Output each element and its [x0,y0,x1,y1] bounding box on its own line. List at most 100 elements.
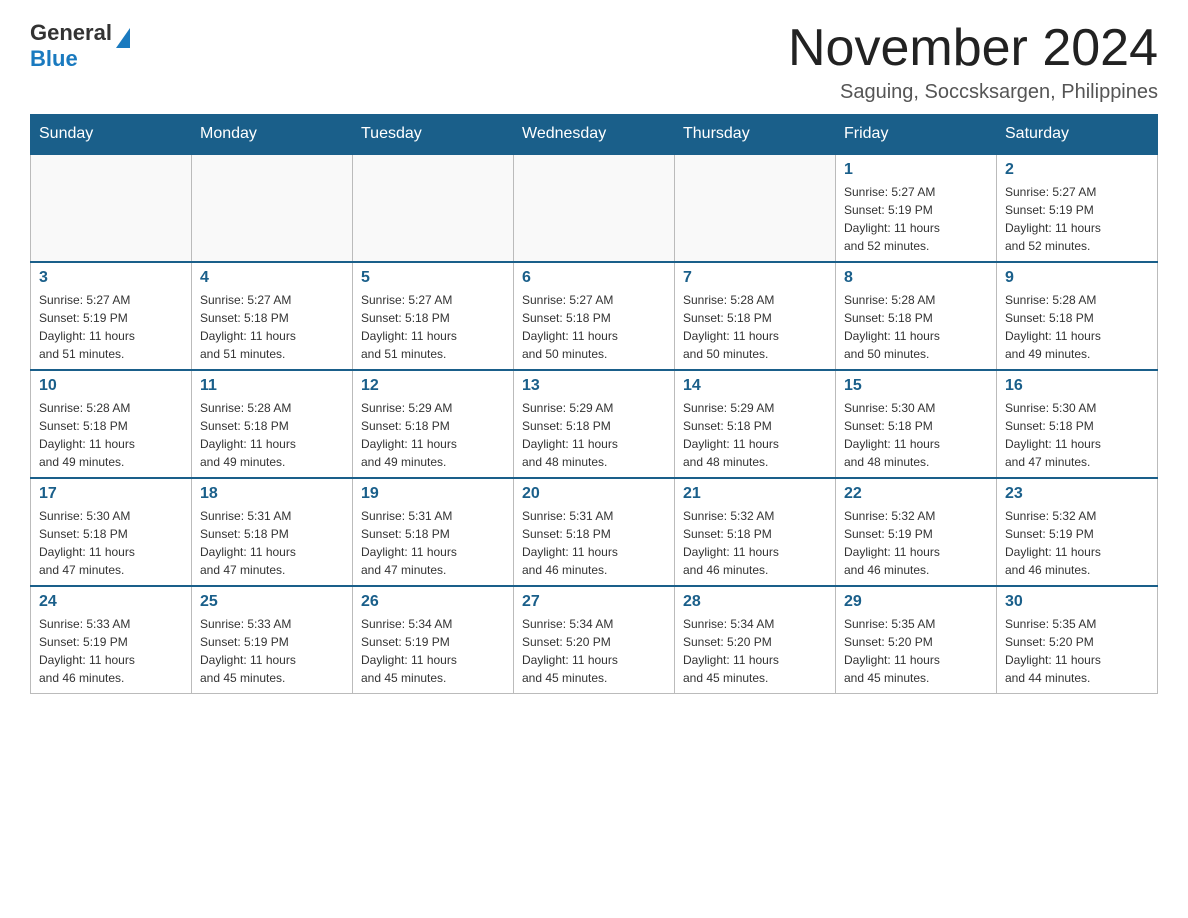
day-info: Sunrise: 5:28 AM Sunset: 5:18 PM Dayligh… [39,399,183,471]
day-number: 5 [361,269,505,287]
day-number: 16 [1005,377,1149,395]
day-info: Sunrise: 5:28 AM Sunset: 5:18 PM Dayligh… [683,291,827,363]
calendar-header-row: SundayMondayTuesdayWednesdayThursdayFrid… [31,115,1158,155]
calendar-cell: 8Sunrise: 5:28 AM Sunset: 5:18 PM Daylig… [836,262,997,370]
calendar-cell [31,154,192,262]
calendar-cell: 18 Sunrise: 5:31 AM Sunset: 5:18 PM Dayli… [192,478,353,586]
calendar-header-monday: Monday [192,115,353,155]
day-number: 30 [1005,593,1149,611]
calendar-cell: 24Sunrise: 5:33 AM Sunset: 5:19 PM Dayli… [31,586,192,694]
day-info: Sunrise: 5:28 AM Sunset: 5:18 PM Dayligh… [200,399,344,471]
day-number: 4 [200,269,344,287]
day-number: 10 [39,377,183,395]
day-info: Sunrise: 5:34 AM Sunset: 5:20 PM Dayligh… [683,615,827,687]
day-number: 26 [361,593,505,611]
calendar-cell [675,154,836,262]
day-info: Sunrise: 5:31 AM Sunset: 5:18 PM Dayligh… [200,507,344,579]
calendar-cell: 2 Sunrise: 5:27 AM Sunset: 5:19 PM Daylig… [997,154,1158,262]
calendar-cell: 4Sunrise: 5:27 AM Sunset: 5:18 PM Daylig… [192,262,353,370]
day-number: 23 [1005,485,1149,503]
page-header: General Blue November 2024 Saguing, Socc… [30,20,1158,104]
day-number: 19 [361,485,505,503]
day-number: 25 [200,593,344,611]
calendar-cell: 20 Sunrise: 5:31 AM Sunset: 5:18 PM Dayli… [514,478,675,586]
calendar-cell: 14 Sunrise: 5:29 AM Sunset: 5:18 PM Dayli… [675,370,836,478]
day-number: 24 [39,593,183,611]
day-info: Sunrise: 5:29 AM Sunset: 5:18 PM Dayligh… [361,399,505,471]
day-info: Sunrise: 5:35 AM Sunset: 5:20 PM Dayligh… [1005,615,1149,687]
calendar-cell: 25 Sunrise: 5:33 AM Sunset: 5:19 PM Dayli… [192,586,353,694]
calendar-cell: 15Sunrise: 5:30 AM Sunset: 5:18 PM Dayli… [836,370,997,478]
calendar-cell: 29 Sunrise: 5:35 AM Sunset: 5:20 PM Dayli… [836,586,997,694]
calendar-week-row-4: 17 Sunrise: 5:30 AM Sunset: 5:18 PM Dayli… [31,478,1158,586]
day-number: 3 [39,269,183,287]
calendar-cell: 1 Sunrise: 5:27 AM Sunset: 5:19 PM Daylig… [836,154,997,262]
calendar-header-friday: Friday [836,115,997,155]
calendar-cell: 19Sunrise: 5:31 AM Sunset: 5:18 PM Dayli… [353,478,514,586]
day-number: 2 [1005,161,1149,179]
day-number: 13 [522,377,666,395]
day-info: Sunrise: 5:31 AM Sunset: 5:18 PM Dayligh… [522,507,666,579]
day-number: 17 [39,485,183,503]
day-info: Sunrise: 5:27 AM Sunset: 5:18 PM Dayligh… [522,291,666,363]
calendar-cell: 26Sunrise: 5:34 AM Sunset: 5:19 PM Dayli… [353,586,514,694]
calendar-cell: 21 Sunrise: 5:32 AM Sunset: 5:18 PM Dayli… [675,478,836,586]
day-info: Sunrise: 5:27 AM Sunset: 5:19 PM Dayligh… [1005,183,1149,255]
calendar-week-row-2: 3Sunrise: 5:27 AM Sunset: 5:19 PM Daylig… [31,262,1158,370]
calendar-header-saturday: Saturday [997,115,1158,155]
day-info: Sunrise: 5:32 AM Sunset: 5:18 PM Dayligh… [683,507,827,579]
calendar-cell: 28 Sunrise: 5:34 AM Sunset: 5:20 PM Dayli… [675,586,836,694]
calendar-cell: 16 Sunrise: 5:30 AM Sunset: 5:18 PM Dayli… [997,370,1158,478]
location-subtitle: Saguing, Soccsksargen, Philippines [788,81,1158,104]
day-number: 29 [844,593,988,611]
calendar-cell: 13 Sunrise: 5:29 AM Sunset: 5:18 PM Dayli… [514,370,675,478]
logo-general-text: General [30,20,112,46]
day-info: Sunrise: 5:28 AM Sunset: 5:18 PM Dayligh… [1005,291,1149,363]
day-number: 7 [683,269,827,287]
day-info: Sunrise: 5:28 AM Sunset: 5:18 PM Dayligh… [844,291,988,363]
calendar-cell: 6 Sunrise: 5:27 AM Sunset: 5:18 PM Daylig… [514,262,675,370]
calendar-cell: 10 Sunrise: 5:28 AM Sunset: 5:18 PM Dayli… [31,370,192,478]
day-info: Sunrise: 5:30 AM Sunset: 5:18 PM Dayligh… [39,507,183,579]
day-number: 20 [522,485,666,503]
day-info: Sunrise: 5:27 AM Sunset: 5:18 PM Dayligh… [361,291,505,363]
month-title: November 2024 [788,20,1158,77]
day-info: Sunrise: 5:34 AM Sunset: 5:20 PM Dayligh… [522,615,666,687]
calendar-cell [514,154,675,262]
day-number: 21 [683,485,827,503]
day-number: 27 [522,593,666,611]
day-number: 22 [844,485,988,503]
day-info: Sunrise: 5:32 AM Sunset: 5:19 PM Dayligh… [844,507,988,579]
logo-triangle-icon [116,28,130,48]
calendar-week-row-1: 1 Sunrise: 5:27 AM Sunset: 5:19 PM Daylig… [31,154,1158,262]
calendar-cell: 9Sunrise: 5:28 AM Sunset: 5:18 PM Daylig… [997,262,1158,370]
day-info: Sunrise: 5:30 AM Sunset: 5:18 PM Dayligh… [1005,399,1149,471]
calendar-cell [192,154,353,262]
day-info: Sunrise: 5:35 AM Sunset: 5:20 PM Dayligh… [844,615,988,687]
day-number: 1 [844,161,988,179]
day-info: Sunrise: 5:29 AM Sunset: 5:18 PM Dayligh… [522,399,666,471]
calendar-cell: 5 Sunrise: 5:27 AM Sunset: 5:18 PM Daylig… [353,262,514,370]
day-number: 28 [683,593,827,611]
day-info: Sunrise: 5:32 AM Sunset: 5:19 PM Dayligh… [1005,507,1149,579]
calendar-cell: 7 Sunrise: 5:28 AM Sunset: 5:18 PM Daylig… [675,262,836,370]
calendar-table: SundayMondayTuesdayWednesdayThursdayFrid… [30,114,1158,694]
calendar-cell: 11 Sunrise: 5:28 AM Sunset: 5:18 PM Dayli… [192,370,353,478]
calendar-cell: 3Sunrise: 5:27 AM Sunset: 5:19 PM Daylig… [31,262,192,370]
day-number: 6 [522,269,666,287]
calendar-header-sunday: Sunday [31,115,192,155]
day-number: 11 [200,377,344,395]
calendar-week-row-5: 24 Sunrise: 5:33 AM Sunset: 5:19 PM Dayli… [31,586,1158,694]
day-number: 14 [683,377,827,395]
logo-blue-text: Blue [30,46,78,72]
day-info: Sunrise: 5:33 AM Sunset: 5:19 PM Dayligh… [200,615,344,687]
calendar-week-row-3: 10 Sunrise: 5:28 AM Sunset: 5:18 PM Dayli… [31,370,1158,478]
calendar-cell: 27 Sunrise: 5:34 AM Sunset: 5:20 PM Dayli… [514,586,675,694]
calendar-header-thursday: Thursday [675,115,836,155]
day-info: Sunrise: 5:29 AM Sunset: 5:18 PM Dayligh… [683,399,827,471]
logo: General Blue [30,20,130,72]
day-info: Sunrise: 5:27 AM Sunset: 5:19 PM Dayligh… [844,183,988,255]
calendar-cell: 17 Sunrise: 5:30 AM Sunset: 5:18 PM Dayli… [31,478,192,586]
calendar-header-wednesday: Wednesday [514,115,675,155]
day-number: 18 [200,485,344,503]
